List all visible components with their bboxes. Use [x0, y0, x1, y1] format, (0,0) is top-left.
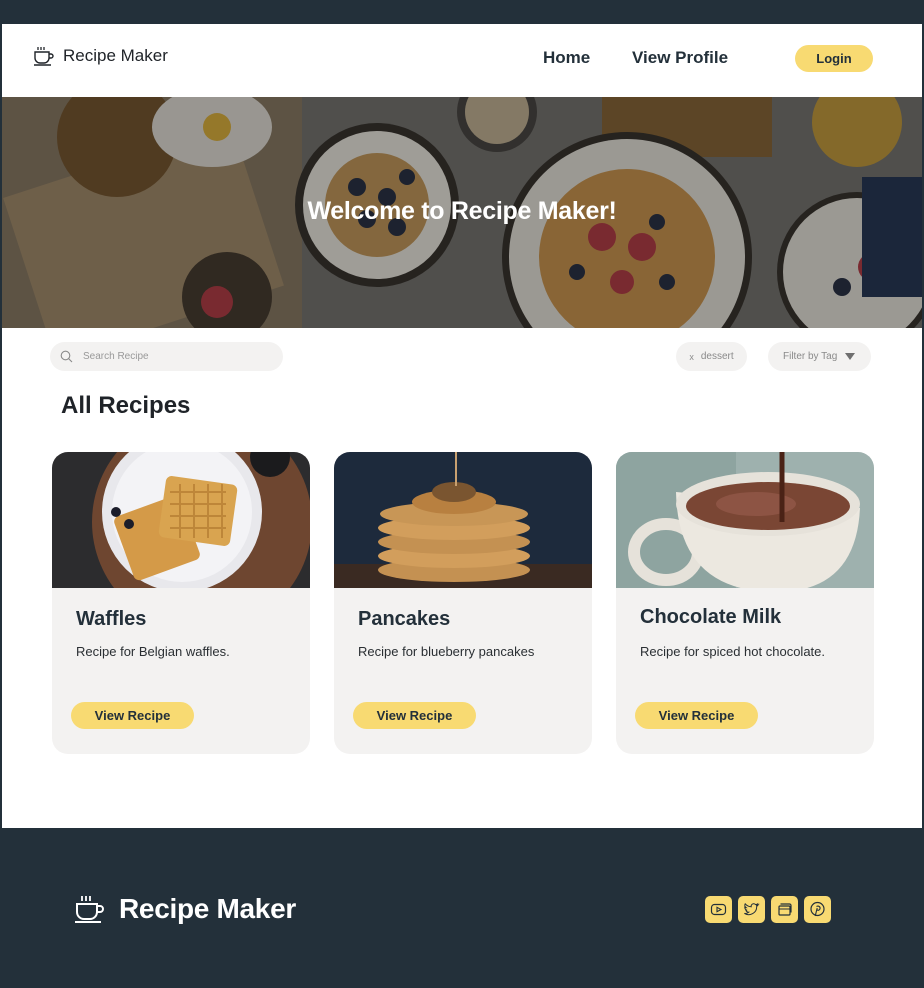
recipe-description: Recipe for spiced hot chocolate. [640, 644, 825, 659]
nav-home-link[interactable]: Home [543, 48, 590, 68]
remove-tag-icon[interactable]: x [689, 352, 694, 362]
search-bar[interactable] [50, 342, 283, 371]
youtube-icon[interactable] [705, 896, 732, 923]
header-brand[interactable]: Recipe Maker [33, 46, 168, 66]
recipe-card-chocolate-milk: Chocolate Milk Recipe for spiced hot cho… [616, 452, 874, 754]
recipe-title: Chocolate Milk [640, 606, 782, 628]
login-button[interactable]: Login [795, 45, 873, 72]
footer-brand-name: Recipe Maker [119, 893, 296, 924]
view-recipe-button[interactable]: View Recipe [353, 702, 476, 729]
view-recipe-button[interactable]: View Recipe [71, 702, 194, 729]
section-title: All Recipes [61, 392, 191, 419]
dropdown-arrow-icon [845, 353, 856, 360]
coffee-cup-icon [75, 896, 104, 923]
nav-view-profile-link[interactable]: View Profile [632, 48, 728, 68]
brand-name: Recipe Maker [63, 46, 168, 65]
recipe-card-waffles: Waffles Recipe for Belgian waffles. View… [52, 452, 310, 754]
pinterest-icon[interactable] [804, 896, 831, 923]
pancakes-image [334, 452, 592, 588]
hero-banner: Welcome to Recipe Maker! [2, 97, 922, 328]
footer-brand[interactable]: Recipe Maker [74, 893, 296, 925]
chocolate-milk-image [616, 452, 874, 588]
filter-by-tag-dropdown[interactable]: Filter by Tag [768, 342, 871, 371]
waffles-image [52, 452, 310, 588]
search-input[interactable] [83, 351, 263, 362]
hero-title: Welcome to Recipe Maker! [307, 197, 617, 225]
recipe-title: Waffles [76, 608, 147, 630]
top-navbar: Recipe Maker Home View Profile Login [2, 24, 922, 97]
recipe-description: Recipe for blueberry pancakes [358, 644, 535, 659]
gallery-icon[interactable] [771, 896, 798, 923]
search-icon [60, 350, 73, 363]
recipe-title: Pancakes [358, 608, 451, 630]
recipe-card-pancakes: Pancakes Recipe for blueberry pancakes V… [334, 452, 592, 754]
view-recipe-button[interactable]: View Recipe [635, 702, 758, 729]
social-links [705, 896, 837, 923]
active-tag-chip[interactable]: x dessert [676, 342, 747, 371]
coffee-cup-icon [34, 47, 54, 66]
recipe-description: Recipe for Belgian waffles. [76, 644, 230, 659]
filter-label: Filter by Tag [783, 351, 838, 362]
twitter-icon[interactable] [738, 896, 765, 923]
active-tag-label: dessert [700, 351, 734, 362]
